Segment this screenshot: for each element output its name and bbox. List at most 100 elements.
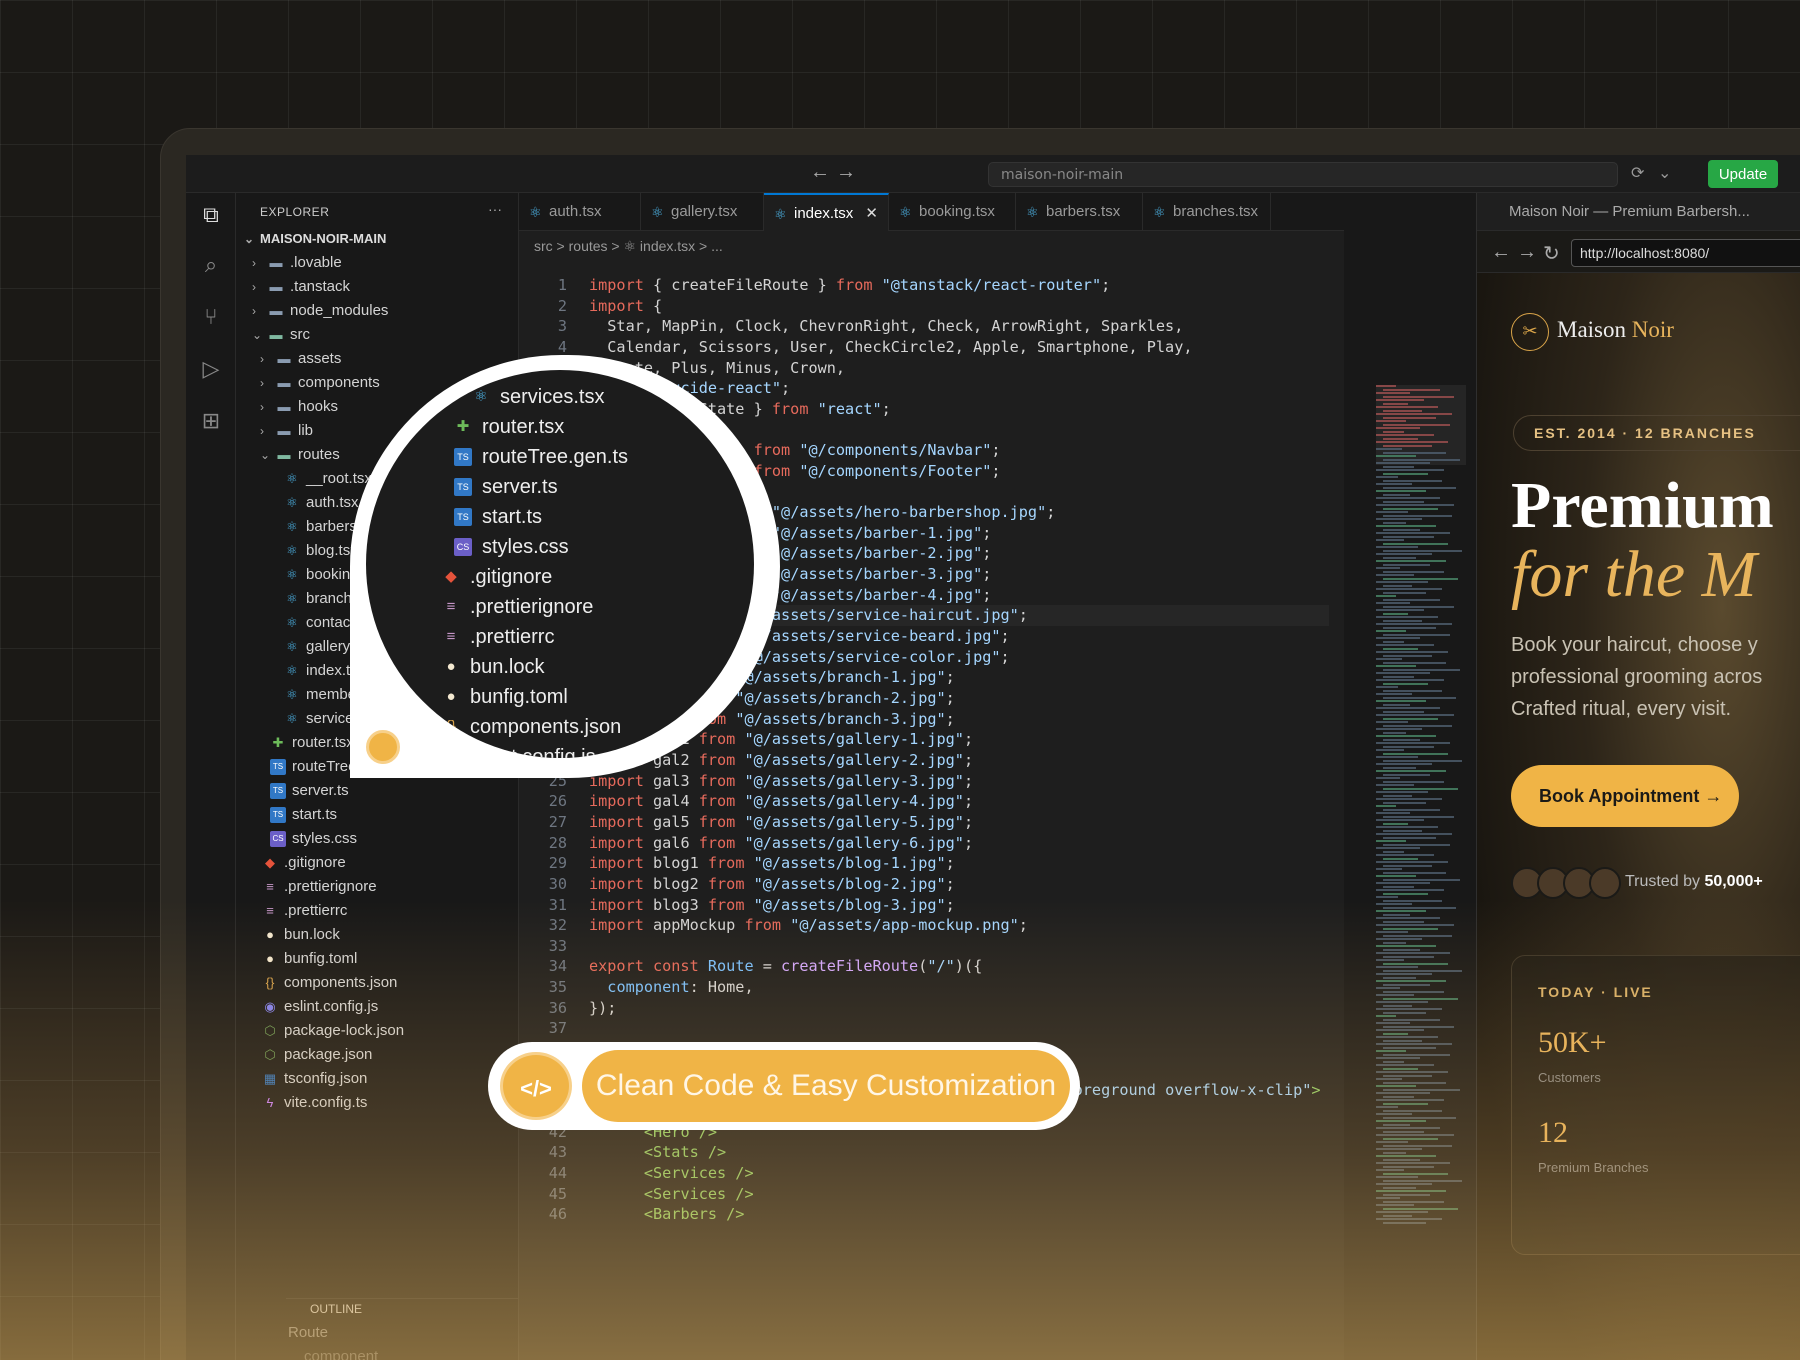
forward-arrow-icon[interactable]: → [836, 161, 856, 184]
ts-file-icon: TS [454, 508, 472, 526]
code-line[interactable]: import { createFileRoute } from "@tansta… [589, 275, 1110, 296]
tree-item[interactable]: ◉ eslint.config.js [236, 995, 519, 1019]
magnified-label: .gitignore [470, 566, 553, 588]
line-number: 30 [548, 874, 567, 893]
code-line[interactable]: import gal5 from "@/assets/gallery-5.jpg… [589, 812, 973, 833]
chevron-icon[interactable]: ⌄ [252, 323, 262, 347]
files-icon[interactable]: ⧉ [197, 201, 225, 229]
magnified-label: .prettierrc [470, 626, 555, 648]
code-line[interactable]: <Services /> [589, 1184, 754, 1205]
code-line[interactable]: import appMockup from "@/assets/app-mock… [589, 915, 1028, 936]
line-number: 32 [548, 916, 567, 935]
tree-item[interactable]: {} components.json [236, 971, 519, 995]
chevron-icon[interactable]: › [252, 251, 256, 275]
run-debug-icon[interactable]: ▷ [197, 355, 225, 383]
tree-item[interactable]: ● bun.lock [236, 923, 519, 947]
tree-item[interactable]: ϟ vite.config.ts [236, 1091, 519, 1115]
chevron-icon[interactable]: › [260, 371, 264, 395]
tree-item[interactable]: TS start.ts [236, 803, 519, 827]
project-root[interactable]: ⌄ MAISON-NOIR-MAIN [236, 227, 519, 251]
command-search[interactable]: maison-noir-main [988, 162, 1618, 187]
tree-item[interactable]: CS styles.css [236, 827, 519, 851]
code-line[interactable]: import blog1 from "@/assets/blog-1.jpg"; [589, 853, 955, 874]
preview-tab[interactable]: Maison Noir — Premium Barbersh... [1477, 193, 1800, 231]
code-line[interactable]: <Barbers /> [589, 1204, 745, 1225]
tab-index-tsx[interactable]: ⚛ index.tsx ✕ [764, 193, 889, 231]
bun-file-icon: ● [446, 658, 456, 675]
copilot-icon[interactable]: ⟳ [1631, 163, 1644, 183]
url-input[interactable]: http://localhost:8080/ [1571, 239, 1800, 267]
tab-label: gallery.tsx [671, 203, 738, 220]
router-file-icon: ✚ [272, 735, 284, 750]
stats-card: TODAY · LIVE 50K+ Customers 12 Premium B… [1511, 955, 1800, 1255]
code-line[interactable]: import blog2 from "@/assets/blog-2.jpg"; [589, 874, 955, 895]
magnified-label: router.tsx [482, 416, 565, 438]
tree-item[interactable]: ● bunfig.toml [236, 947, 519, 971]
code-line[interactable]: <Stats /> [589, 1142, 726, 1163]
forward-arrow-icon[interactable]: → [1517, 241, 1537, 264]
tab-branches-tsx[interactable]: ⚛ branches.tsx [1143, 193, 1271, 231]
hero-heading: Premium [1511, 469, 1774, 542]
code-line[interactable]: import gal4 from "@/assets/gallery-4.jpg… [589, 791, 973, 812]
code-line[interactable]: import blog3 from "@/assets/blog-3.jpg"; [589, 895, 955, 916]
reload-icon[interactable]: ↻ [1543, 241, 1560, 266]
code-line[interactable]: Calendar, Scissors, User, CheckCircle2, … [589, 337, 1192, 358]
update-button[interactable]: Update [1708, 160, 1778, 188]
close-icon[interactable]: ✕ [865, 195, 878, 233]
line-number: 37 [548, 1019, 567, 1038]
tree-item-label: node_modules [290, 302, 389, 319]
breadcrumb[interactable]: src > routes > ⚛ index.tsx > ... [534, 238, 723, 255]
tree-item[interactable]: ≡ .prettierrc [236, 899, 519, 923]
extensions-icon[interactable]: ⊞ [197, 407, 225, 435]
magnified-label: components.json [470, 716, 622, 738]
chevron-icon[interactable]: › [252, 275, 256, 299]
tree-item[interactable]: ⌄ ▬ src [236, 323, 519, 347]
back-arrow-icon[interactable]: ← [810, 161, 830, 184]
tab-gallery-tsx[interactable]: ⚛ gallery.tsx [641, 193, 764, 231]
back-arrow-icon[interactable]: ← [1491, 241, 1511, 264]
more-icon[interactable]: ··· [488, 201, 502, 217]
tree-item[interactable]: › ▬ node_modules [236, 299, 519, 323]
tree-item[interactable]: ⬡ package-lock.json [236, 1019, 519, 1043]
magnified-label: .prettierignore [470, 596, 594, 618]
tab-auth-tsx[interactable]: ⚛ auth.tsx [519, 193, 641, 231]
code-line[interactable]: import gal3 from "@/assets/gallery-3.jpg… [589, 771, 973, 792]
tree-item-label: vite.config.ts [284, 1094, 368, 1111]
outline-item[interactable]: component [236, 1345, 519, 1360]
react-icon: ⚛ [529, 204, 542, 220]
outline-item[interactable]: Route [236, 1321, 519, 1345]
minimap[interactable] [1376, 385, 1464, 1245]
code-line[interactable]: Star, MapPin, Clock, ChevronRight, Check… [589, 316, 1183, 337]
line-number: 31 [548, 895, 567, 914]
chevron-icon[interactable]: › [252, 299, 256, 323]
tree-item[interactable]: ◆ .gitignore [236, 851, 519, 875]
tree-item-label: assets [298, 350, 342, 367]
chevron-icon[interactable]: › [260, 395, 264, 419]
tree-item[interactable]: › ▬ assets [236, 347, 519, 371]
code-line[interactable]: }); [589, 998, 616, 1019]
tab-barbers-tsx[interactable]: ⚛ barbers.tsx [1016, 193, 1143, 231]
tree-item[interactable]: TS server.ts [236, 779, 519, 803]
source-control-icon[interactable]: ⑂ [197, 303, 225, 331]
chevron-icon[interactable]: ⌄ [260, 443, 270, 467]
code-line[interactable]: import gal6 from "@/assets/gallery-6.jpg… [589, 833, 973, 854]
search-icon[interactable]: ⌕ [197, 251, 225, 279]
bun-file-icon: ● [446, 688, 456, 705]
chevron-down-icon[interactable]: ⌄ [1658, 163, 1671, 183]
tree-item[interactable]: ≡ .prettierignore [236, 875, 519, 899]
tree-item[interactable]: › ▬ .tanstack [236, 275, 519, 299]
tree-item[interactable]: ⬡ package.json [236, 1043, 519, 1067]
magnified-label: bun.lock [470, 656, 545, 678]
code-line[interactable]: import { [589, 296, 662, 317]
scissors-icon[interactable]: ✂ [1511, 313, 1549, 351]
chevron-icon[interactable]: › [260, 347, 264, 371]
code-line[interactable]: <Services /> [589, 1163, 754, 1184]
tab-booking-tsx[interactable]: ⚛ booking.tsx [889, 193, 1016, 231]
tree-item[interactable]: ▦ tsconfig.json [236, 1067, 519, 1091]
code-line[interactable]: export const Route = createFileRoute("/"… [589, 956, 982, 977]
book-appointment-button[interactable]: Book Appointment → [1511, 765, 1739, 827]
tree-item[interactable]: › ▬ .lovable [236, 251, 519, 275]
chevron-icon[interactable]: › [260, 419, 264, 443]
code-line[interactable]: component: Home, [589, 977, 753, 998]
brand-name[interactable]: Maison Noir [1557, 317, 1674, 343]
